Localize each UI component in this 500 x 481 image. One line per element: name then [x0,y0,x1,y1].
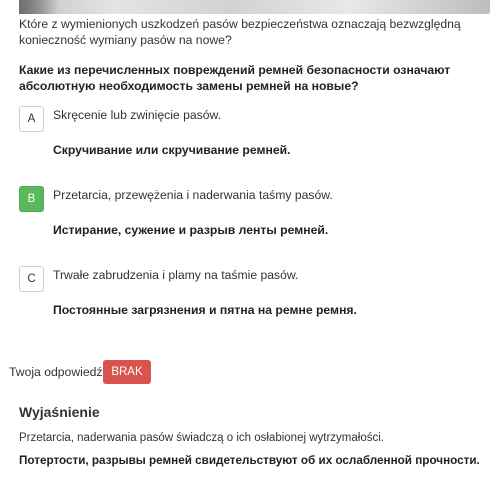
option-text-pl: Trwałe zabrudzenia i plamy na taśmie pas… [53,268,299,282]
option-text-ru: Скручивание или скручивание ремней. [53,143,291,157]
explanation-title: Wyjaśnienie [19,404,100,420]
your-answer-label: Twoja odpowiedź: [9,365,106,379]
option-letter-b[interactable]: B [19,186,44,212]
answer-option-c[interactable]: C Trwałe zabrudzenia i plamy na taśmie p… [19,266,489,326]
option-text-pl: Przetarcia, przewężenia i naderwania taś… [53,188,333,202]
option-letter-c[interactable]: C [19,266,44,292]
your-answer-badge: BRAK [103,360,151,384]
question-text-pl: Które z wymienionych uszkodzeń pasów bez… [19,17,461,47]
option-text-ru: Постоянные загрязнения и пятна на ремне … [53,303,357,317]
answer-option-b[interactable]: B Przetarcia, przewężenia i naderwania t… [19,186,489,246]
explanation-text-pl: Przetarcia, naderwania pasów świadczą o … [19,432,384,444]
option-text-ru: Истирание, сужение и разрыв ленты ремней… [53,223,329,237]
question-text-ru: Какие из перечисленных повреждений ремне… [19,63,451,93]
option-text-pl: Skręcenie lub zwinięcie pasów. [53,108,222,122]
explanation-text-ru: Потертости, разрывы ремней свидетельству… [19,454,480,467]
option-letter-a[interactable]: A [19,106,44,132]
answer-option-a[interactable]: A Skręcenie lub zwinięcie pasów. Скручив… [19,106,489,166]
question-image [19,0,490,14]
